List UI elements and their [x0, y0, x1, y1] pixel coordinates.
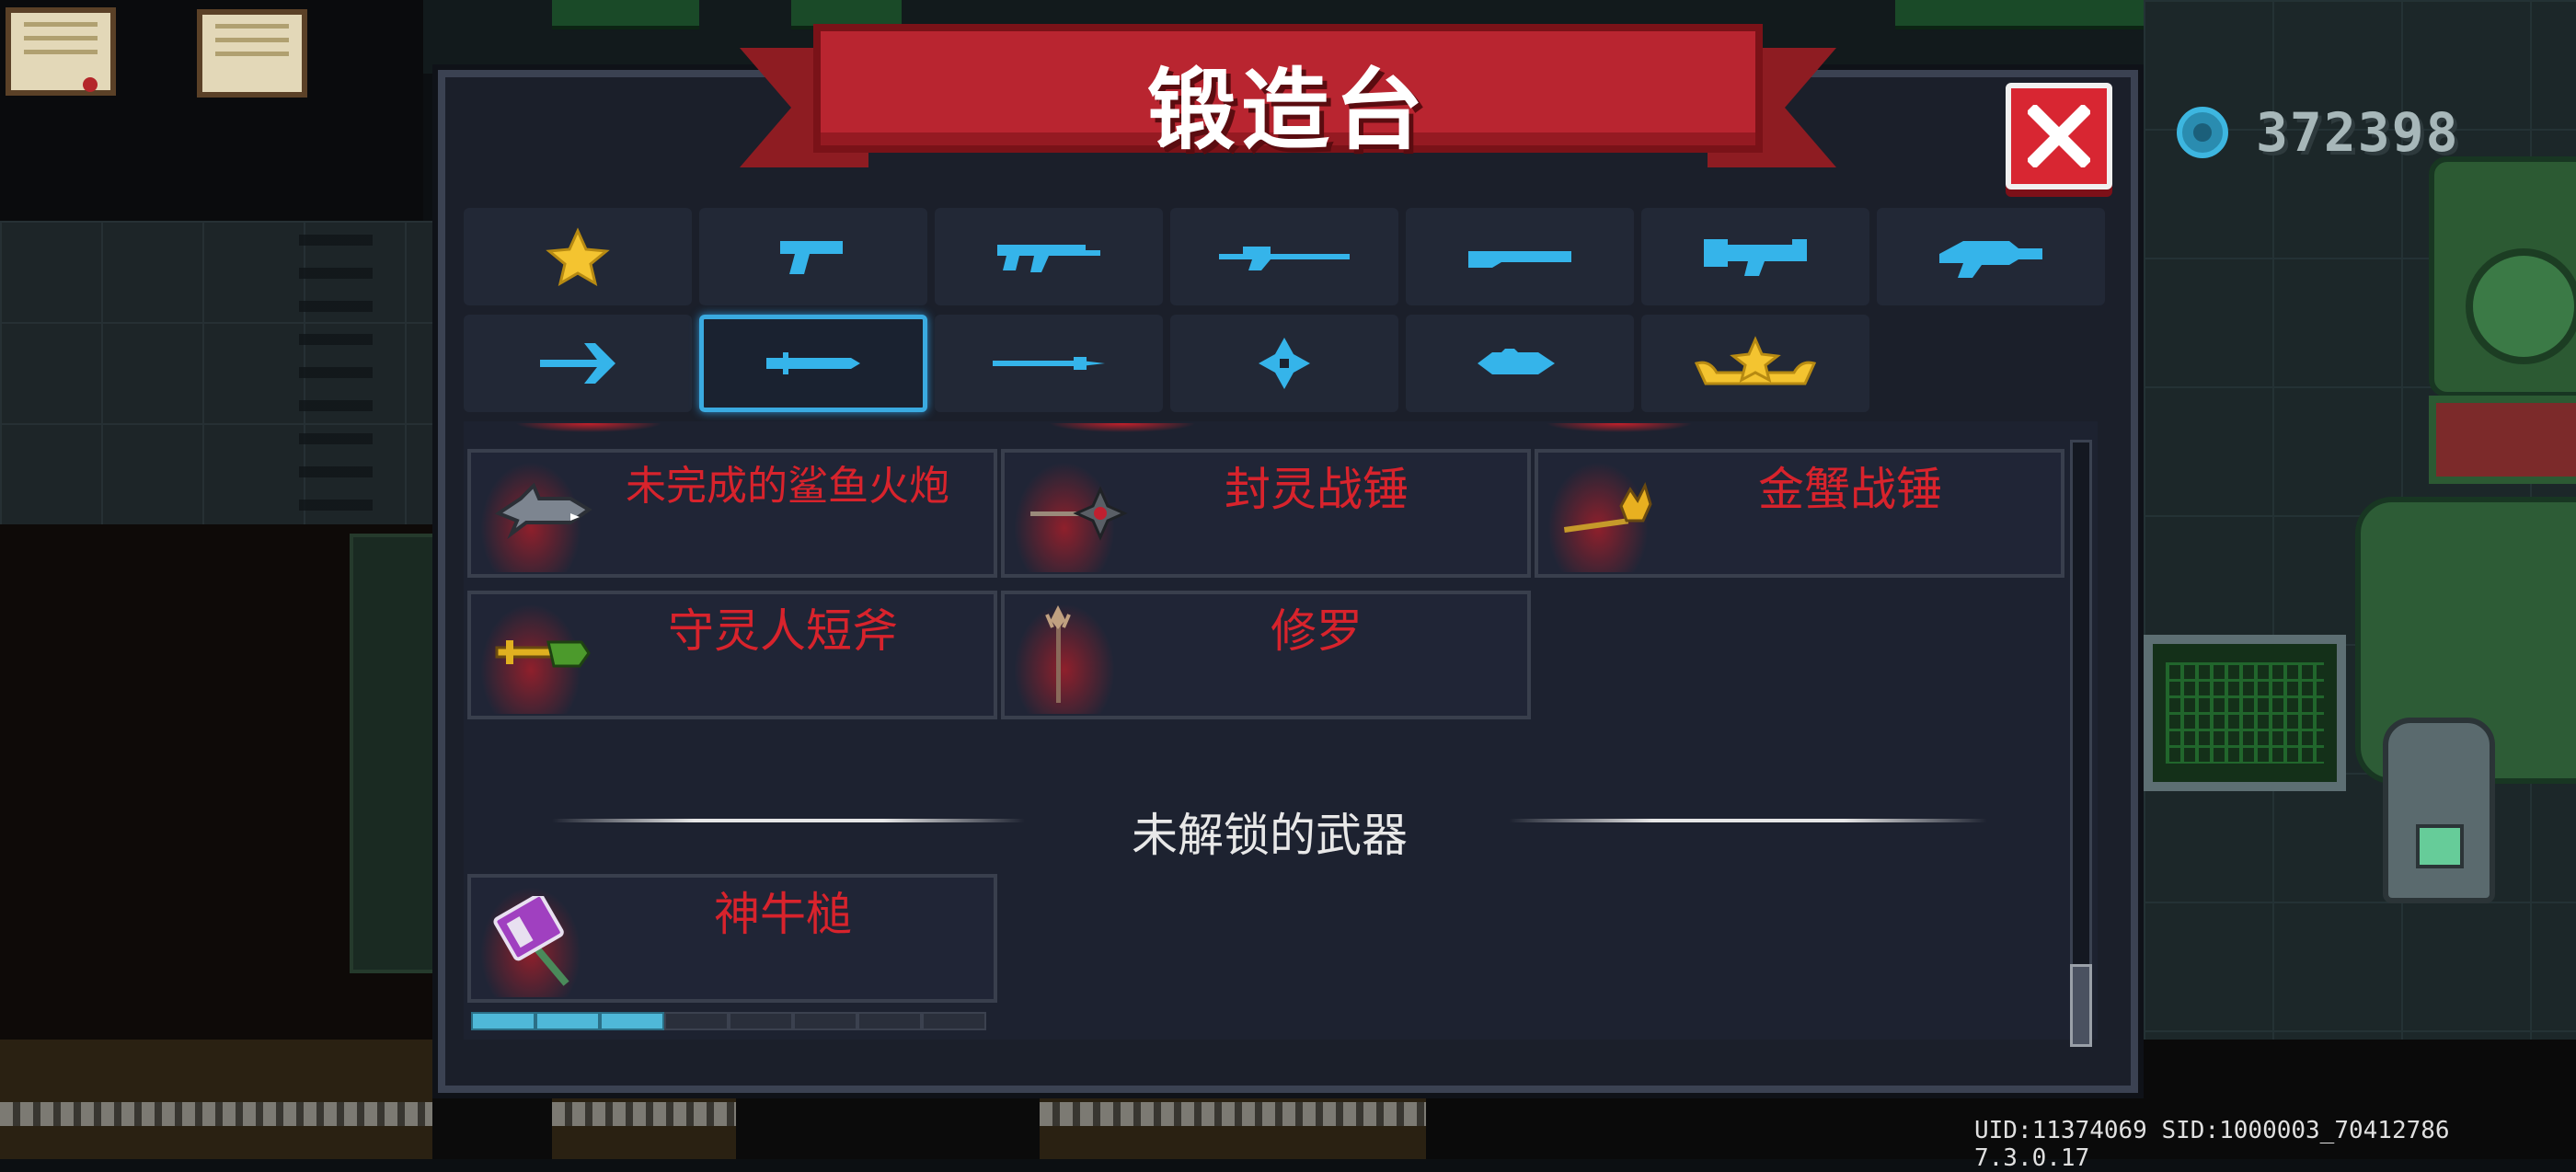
- scrollbar-track[interactable]: [2070, 440, 2092, 1047]
- tab-pistols[interactable]: [699, 208, 927, 305]
- currency-amount: 372398: [2256, 101, 2460, 164]
- bg-vent: [299, 235, 373, 511]
- page-dot[interactable]: [857, 1012, 922, 1030]
- title-banner: 锻造台: [813, 24, 1763, 162]
- laser-gun-icon: [1939, 241, 2042, 278]
- weapon-card[interactable]: 封灵战锤: [1001, 449, 1531, 578]
- bg-canister: [2383, 718, 2495, 903]
- section-divider-right: [1509, 819, 1987, 822]
- keeper-axe-icon: [495, 640, 591, 668]
- close-x-icon: [2028, 105, 2090, 167]
- tab-bows[interactable]: [464, 315, 692, 412]
- launcher-icon: [1704, 239, 1807, 276]
- bull-mallet-icon: [493, 896, 569, 986]
- certificate-seal: [83, 77, 98, 92]
- tab-laser[interactable]: [1877, 208, 2105, 305]
- tab-special[interactable]: [1406, 315, 1634, 412]
- card-glow: [1049, 423, 1196, 432]
- assault-rifle-icon: [997, 245, 1100, 272]
- page-dot[interactable]: [664, 1012, 729, 1030]
- weapon-card[interactable]: 未完成的鲨鱼火炮: [467, 449, 997, 578]
- weapon-name: 未完成的鲨鱼火炮: [626, 463, 949, 510]
- page-title: 锻造台: [1147, 59, 1429, 162]
- weapon-card[interactable]: 修罗: [1001, 591, 1531, 719]
- tab-shotguns[interactable]: [1406, 208, 1634, 305]
- pistol-icon: [780, 241, 843, 274]
- spear-icon: [993, 357, 1105, 370]
- crown-icon: [1694, 336, 1817, 385]
- weapon-name: 守灵人短斧: [668, 604, 898, 658]
- tab-throwables[interactable]: [1170, 315, 1398, 412]
- scrollbar-thumb[interactable]: [2070, 964, 2092, 1047]
- certificate-frame: [6, 7, 116, 96]
- tab-rifles[interactable]: [935, 208, 1163, 305]
- card-glow: [1546, 423, 1693, 432]
- bg-pipe: [552, 0, 699, 29]
- page-dot[interactable]: [600, 1012, 664, 1030]
- gem-coin-icon: [2177, 107, 2228, 158]
- bow-icon: [540, 343, 615, 384]
- bg-console: [2144, 635, 2346, 791]
- section-divider-left: [552, 819, 1025, 822]
- build-info: UID:11374069 SID:1000003_70412786 7.3.0.…: [1974, 1117, 2450, 1172]
- locked-section-title: 未解锁的武器: [1132, 809, 1408, 862]
- tab-launchers[interactable]: [1641, 208, 1869, 305]
- page-indicator: [471, 1012, 986, 1030]
- shark-cannon-icon: [494, 482, 592, 540]
- tab-snipers[interactable]: [1170, 208, 1398, 305]
- bg-wall: [350, 534, 440, 973]
- star-icon: [546, 227, 610, 286]
- tab-favorites[interactable]: [464, 208, 692, 305]
- sniper-rifle-icon: [1219, 247, 1350, 270]
- sword-icon: [766, 352, 860, 374]
- tab-spears[interactable]: [935, 315, 1163, 412]
- weapon-name: 封灵战锤: [1225, 463, 1409, 516]
- bg-machine-dial: [2466, 248, 2576, 364]
- weapon-name: 金蟹战锤: [1758, 463, 1942, 516]
- page-dot[interactable]: [471, 1012, 535, 1030]
- close-button[interactable]: [2006, 83, 2112, 190]
- weapon-card[interactable]: 守灵人短斧: [467, 591, 997, 719]
- bg-machine-panel: [2429, 396, 2576, 484]
- shuriken-icon: [1259, 338, 1310, 389]
- page-dot[interactable]: [793, 1012, 857, 1030]
- weapon-name: 神牛槌: [714, 888, 852, 941]
- weapon-name: 修罗: [1271, 604, 1363, 658]
- page-dot[interactable]: [922, 1012, 986, 1030]
- card-glow: [515, 423, 662, 432]
- seal-hammer-icon: [1030, 486, 1128, 541]
- page-dot[interactable]: [535, 1012, 600, 1030]
- page-dot[interactable]: [729, 1012, 793, 1030]
- asura-staff-icon: [1045, 605, 1071, 703]
- fish-icon: [1478, 349, 1555, 374]
- crab-hammer-icon: [1563, 481, 1652, 533]
- weapon-card-locked[interactable]: 神牛槌: [467, 874, 997, 1003]
- tab-swords[interactable]: [699, 315, 927, 412]
- certificate-frame: [197, 9, 307, 98]
- bg-floor-tiles: [0, 1040, 432, 1159]
- weapon-card[interactable]: 金蟹战锤: [1535, 449, 2064, 578]
- tab-legendary[interactable]: [1641, 315, 1869, 412]
- shotgun-icon: [1468, 251, 1571, 268]
